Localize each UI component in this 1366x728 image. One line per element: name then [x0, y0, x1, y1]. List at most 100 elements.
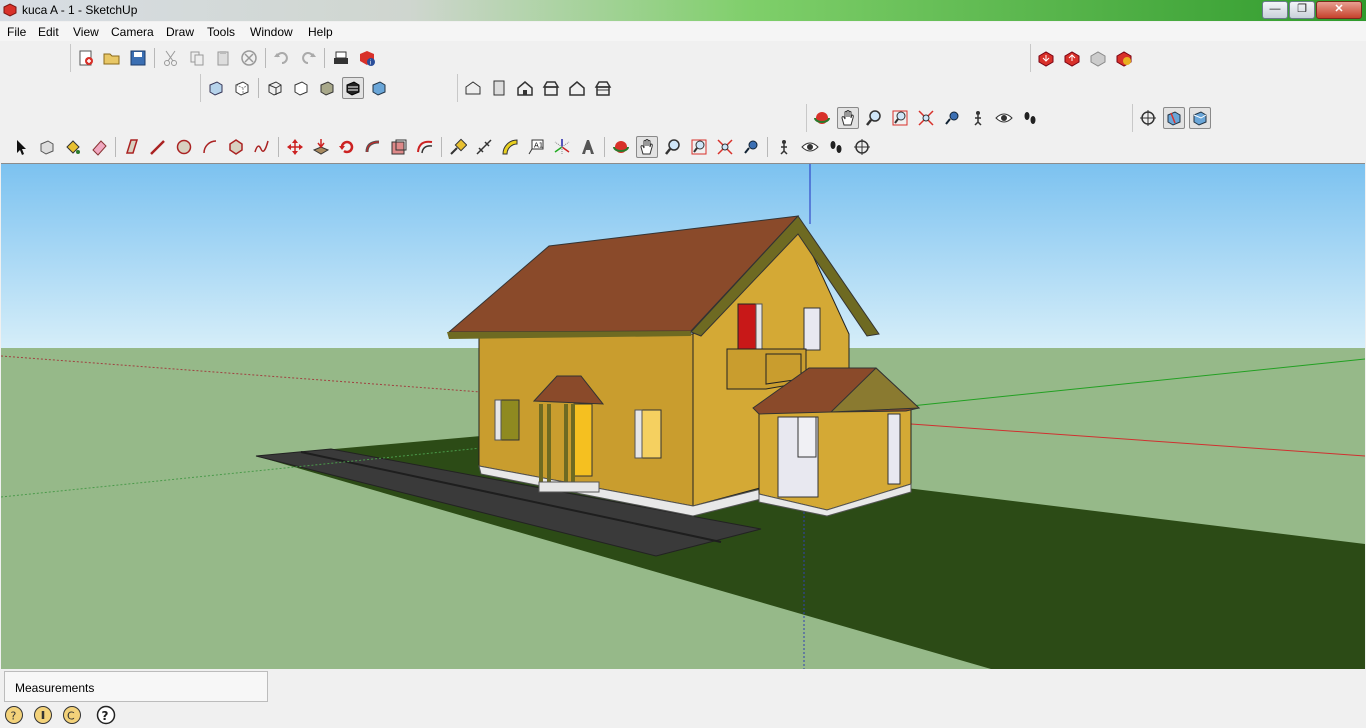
section-cuts-button[interactable] — [1189, 107, 1211, 129]
push-pull-tool[interactable] — [310, 136, 332, 158]
tape-measure-tool[interactable] — [447, 136, 469, 158]
section-plane-button[interactable] — [1137, 107, 1159, 129]
undo-button[interactable] — [271, 47, 293, 69]
eraser-icon — [92, 140, 107, 156]
3d-text-tool[interactable] — [577, 136, 599, 158]
measurements-box[interactable]: Measurements — [4, 671, 268, 702]
line-tool[interactable] — [147, 136, 169, 158]
follow-me-tool[interactable] — [362, 136, 384, 158]
close-button[interactable]: ✕ — [1316, 1, 1362, 19]
front-view-button[interactable] — [514, 77, 536, 99]
new-button[interactable] — [75, 47, 97, 69]
zoom-window-button[interactable] — [889, 107, 911, 129]
redo-arrow-icon — [302, 52, 316, 64]
minimize-button[interactable]: — — [1262, 1, 1288, 19]
back-edges-button[interactable] — [231, 77, 253, 99]
zoom-extents-button[interactable] — [915, 107, 937, 129]
menu-view[interactable]: View — [73, 25, 99, 39]
model-viewport[interactable] — [1, 163, 1365, 669]
scale-tool[interactable] — [388, 136, 410, 158]
rectangle-tool[interactable] — [121, 136, 143, 158]
back-view-button[interactable] — [566, 77, 588, 99]
credits-icon[interactable] — [33, 705, 53, 725]
pan-button[interactable] — [837, 107, 859, 129]
extension-warehouse-button[interactable] — [1113, 47, 1135, 69]
offset-tool[interactable] — [414, 136, 436, 158]
previous-view-button[interactable] — [941, 107, 963, 129]
position-camera-icon — [780, 140, 788, 155]
menu-edit[interactable]: Edit — [38, 25, 59, 39]
pan-tool[interactable] — [636, 136, 658, 158]
dimension-icon — [476, 139, 492, 155]
share-component-button[interactable] — [1087, 47, 1109, 69]
zoom-window-tool[interactable] — [688, 136, 710, 158]
axes-tool[interactable] — [551, 136, 573, 158]
make-component-tool[interactable] — [36, 136, 58, 158]
menu-draw[interactable]: Draw — [166, 25, 194, 39]
share-model-button[interactable] — [1061, 47, 1083, 69]
xray-button[interactable] — [205, 77, 227, 99]
erase-button[interactable] — [238, 47, 260, 69]
menu-file[interactable]: File — [7, 25, 26, 39]
maximize-button[interactable]: ❐ — [1289, 1, 1315, 19]
svg-text:?: ? — [102, 709, 109, 723]
walk-tool[interactable] — [825, 136, 847, 158]
zoom-tool[interactable] — [662, 136, 684, 158]
zoom-button[interactable] — [863, 107, 885, 129]
footprints-icon — [830, 141, 842, 153]
orbit-tool[interactable] — [610, 136, 632, 158]
rotate-tool[interactable] — [336, 136, 358, 158]
text-tool[interactable]: A1 — [525, 136, 547, 158]
orbit-button[interactable] — [811, 107, 833, 129]
help-icon[interactable]: ? — [96, 705, 116, 725]
paint-bucket-tool[interactable] — [62, 136, 84, 158]
print-button[interactable] — [330, 47, 352, 69]
window-title: kuca A - 1 - SketchUp — [22, 3, 138, 17]
position-camera-tool[interactable] — [773, 136, 795, 158]
wireframe-button[interactable] — [264, 77, 286, 99]
protractor-tool[interactable] — [499, 136, 521, 158]
walk-button[interactable] — [1019, 107, 1041, 129]
move-arrows-icon — [287, 139, 303, 155]
previous-tool[interactable] — [740, 136, 762, 158]
hidden-line-button[interactable] — [290, 77, 312, 99]
menu-camera[interactable]: Camera — [111, 25, 154, 39]
paste-button[interactable] — [212, 47, 234, 69]
cut-button[interactable] — [160, 47, 182, 69]
eraser-tool[interactable] — [88, 136, 110, 158]
geo-location-icon[interactable]: ? — [4, 705, 24, 725]
right-view-button[interactable] — [540, 77, 562, 99]
paste-clipboard-icon — [217, 51, 229, 66]
license-icon[interactable]: C — [62, 705, 82, 725]
position-camera-button[interactable] — [967, 107, 989, 129]
circle-tool[interactable] — [173, 136, 195, 158]
section-plane-tool[interactable] — [851, 136, 873, 158]
monochrome-button[interactable] — [368, 77, 390, 99]
iso-view-button[interactable] — [462, 77, 484, 99]
top-view-button[interactable] — [488, 77, 510, 99]
circle-icon — [176, 139, 192, 155]
look-around-tool[interactable] — [799, 136, 821, 158]
menu-help[interactable]: Help — [308, 25, 333, 39]
freehand-tool[interactable] — [251, 136, 273, 158]
annex-window — [887, 413, 901, 485]
redo-button[interactable] — [297, 47, 319, 69]
open-button[interactable] — [101, 47, 123, 69]
model-info-button[interactable]: i — [356, 47, 378, 69]
shaded-button[interactable] — [316, 77, 338, 99]
display-sections-button[interactable] — [1163, 107, 1185, 129]
select-tool[interactable] — [10, 136, 32, 158]
dimension-tool[interactable] — [473, 136, 495, 158]
copy-button[interactable] — [186, 47, 208, 69]
left-view-button[interactable] — [592, 77, 614, 99]
get-models-button[interactable] — [1035, 47, 1057, 69]
shaded-textures-button[interactable] — [342, 77, 364, 99]
menu-window[interactable]: Window — [250, 25, 293, 39]
save-button[interactable] — [127, 47, 149, 69]
zoom-extents-tool[interactable] — [714, 136, 736, 158]
look-around-button[interactable] — [993, 107, 1015, 129]
arc-tool[interactable] — [199, 136, 221, 158]
menu-tools[interactable]: Tools — [207, 25, 235, 39]
polygon-tool[interactable] — [225, 136, 247, 158]
move-tool[interactable] — [284, 136, 306, 158]
